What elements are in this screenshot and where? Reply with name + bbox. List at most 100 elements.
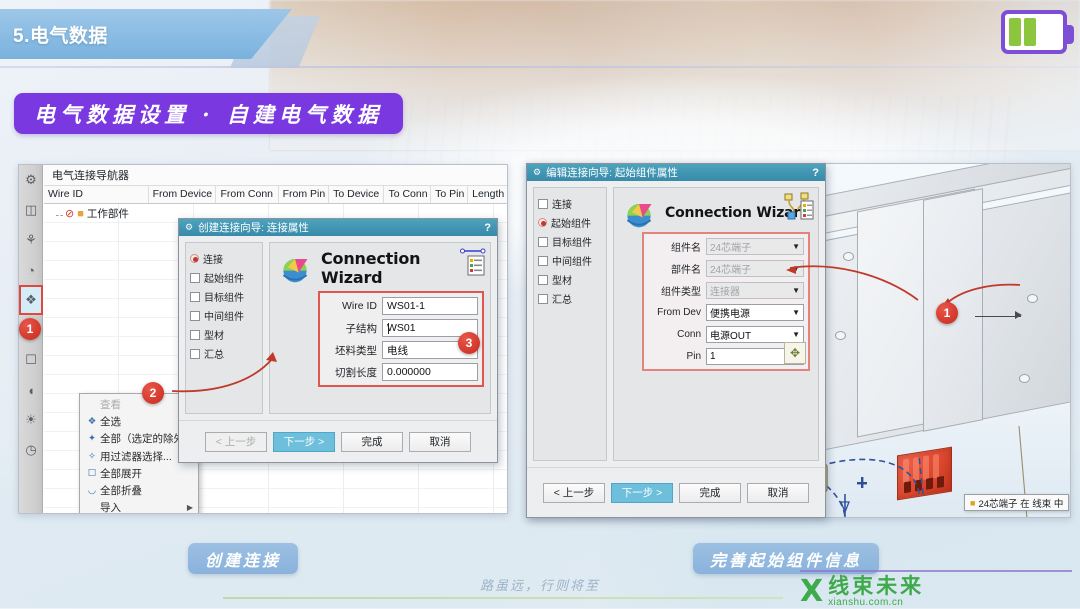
create-connection-wizard-dialog: ⚙ 创建连接向导: 连接属性 ? 连接 起始组件 目标组件 中间组件 型材 汇总… [178,218,498,463]
part-name-select[interactable]: 24芯端子 ▼ [706,260,804,277]
tree-root-row[interactable]: ⊘ ■ 工作部件 [52,206,129,221]
step-middle-component[interactable]: 中间组件 [538,251,602,270]
back-button[interactable]: < 上一步 [205,431,267,452]
wire-id-input[interactable]: WS01-1 [382,297,478,315]
invert-select-icon: ✦ [88,433,96,445]
dialog-body: 连接 起始组件 目标组件 中间组件 型材 汇总 Connection Wizar… [179,236,497,420]
column-header[interactable]: Wire ID [44,186,149,203]
step-target-component[interactable]: 目标组件 [190,287,258,306]
menu-item-import[interactable]: 导入 ▶ [80,499,198,513]
menu-item-expand-all[interactable]: ☐ 全部展开 [80,465,198,482]
field-pin: Pin 1 ▼ [648,347,804,366]
field-from-device: From Dev 便携电源 ▼ [648,303,804,322]
step-target-component[interactable]: 目标组件 [538,232,602,251]
step-start-component[interactable]: 起始组件 [538,213,602,232]
field-cut-length: 切割长度 0.000000 [324,362,478,382]
connection-diagram-icon [460,247,486,277]
checkbox-icon [190,291,200,302]
cut-length-input[interactable]: 0.000000 [382,363,478,381]
field-label: 部件名 [671,265,701,276]
field-label: 子结构 [345,322,378,335]
battery-icon [1001,10,1074,54]
tooltip-text: 24芯端子 在 线束 中 [978,498,1064,510]
wizard-brand-header: Connection Wizard [275,248,485,288]
component-name-select[interactable]: 24芯端子 ▼ [706,238,804,255]
column-header[interactable]: Length [468,186,507,203]
checkbox-icon [190,329,200,340]
step-connection[interactable]: 连接 [538,194,602,213]
select-value: 电源OUT [710,331,752,342]
field-wire-id: Wire ID WS01-1 [324,296,478,316]
column-header[interactable]: To Device [329,186,385,203]
battery-cell [1009,18,1021,46]
component-type-select[interactable]: 连接器 ▼ [706,282,804,299]
back-button[interactable]: < 上一步 [543,482,605,503]
column-header[interactable]: To Conn [384,186,432,203]
step-label: 目标组件 [552,238,592,249]
menu-item-collapse-all[interactable]: ◡ 全部折叠 [80,482,198,499]
column-header[interactable]: From Pin [279,186,330,203]
menu-label: 用过滤器选择... [100,450,172,463]
box-icon[interactable]: ☐ [19,345,43,375]
cancel-button[interactable]: 取消 [747,482,809,503]
caption-left: 创建连接 [188,543,299,574]
menu-label: 全选 [100,416,121,429]
history-icon[interactable]: ◷ [19,435,43,465]
step-start-component[interactable]: 起始组件 [190,268,258,287]
step-profile[interactable]: 型材 [190,325,258,344]
help-icon[interactable]: ? [484,222,491,234]
logo-x-icon: X [800,574,824,609]
subtitle-text: 电气数据设置 · 自建电气数据 [34,101,383,127]
dialog-title-bar: ⚙ 编辑连接向导: 起始组件属性 ? [527,164,825,181]
column-header[interactable]: From Device [149,186,217,203]
chevron-down-icon: ▼ [792,264,800,273]
header-divider [0,66,1080,68]
wizard-step-list[interactable]: 连接 起始组件 目标组件 中间组件 型材 汇总 [533,187,607,461]
menu-label: 全部展开 [100,467,142,480]
field-label: Pin [686,351,701,362]
select-value: 电线 [387,344,408,357]
finish-button[interactable]: 完成 [341,431,403,452]
wizard-step-list[interactable]: 连接 起始组件 目标组件 中间组件 型材 汇总 [185,242,263,414]
chevron-down-icon: ▼ [792,286,800,295]
info-icon[interactable]: ◖ [19,375,43,405]
step-label: 连接 [552,200,572,211]
radio-selected-icon [190,254,199,263]
start-component-diagram-icon [784,192,814,222]
wcs-axis-icon[interactable]: ✥ [784,342,806,364]
page-title: 5.电气数据 [13,25,108,47]
step-summary[interactable]: 汇总 [538,289,602,308]
step-badge-1-viewport: 1 [936,302,958,324]
field-label: From Dev [657,307,701,318]
filter-select-icon: ✧ [88,450,96,462]
reuse-library-icon[interactable]: ◔ [19,255,43,285]
checkbox-icon [538,274,548,285]
part-navigator-icon[interactable]: ⚘ [19,225,43,255]
gear-icon[interactable]: ⚙ [19,165,43,195]
help-icon[interactable]: ? [812,167,819,179]
caption-left-text: 创建连接 [205,550,282,570]
conn-select[interactable]: 电源OUT ▼ [706,326,804,343]
chevron-right-icon: ▶ [186,503,193,513]
checkbox-icon [190,348,200,359]
column-header[interactable]: From Conn [216,186,279,203]
next-button[interactable]: 下一步 > [611,482,673,503]
next-button[interactable]: 下一步 > [273,431,335,452]
step-summary[interactable]: 汇总 [190,344,258,363]
web-browser-icon[interactable]: ☀ [19,405,43,435]
step-connection[interactable]: 连接 [190,249,258,268]
finish-button[interactable]: 完成 [679,482,741,503]
column-header[interactable]: To Pin [431,186,469,203]
assembly-icon[interactable]: ◫ [19,195,43,225]
harness-navigator-icon[interactable]: ❖ [19,285,43,315]
checkbox-icon [190,272,200,283]
connection-wizard-logo-icon [277,251,313,285]
cancel-button[interactable]: 取消 [409,431,471,452]
from-device-select[interactable]: 便携电源 ▼ [706,304,804,321]
caption-right-text: 完善起始组件信息 [710,550,863,570]
step-badge-3: 3 [458,332,480,354]
field-part-name: 部件名 24芯端子 ▼ [648,259,804,278]
step-label: 起始组件 [204,274,244,285]
step-middle-component[interactable]: 中间组件 [190,306,258,325]
step-profile[interactable]: 型材 [538,270,602,289]
